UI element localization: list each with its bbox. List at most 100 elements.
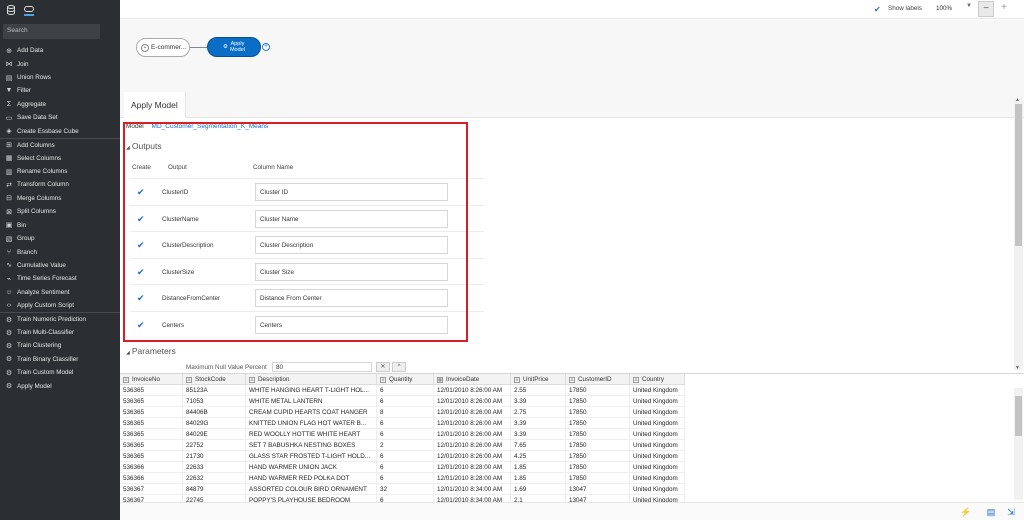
table-cell: 6 (377, 462, 434, 473)
grid-column-header[interactable]: A Description (246, 374, 377, 385)
grid-column-header[interactable]: A InvoiceNo (120, 374, 183, 385)
table-cell: 12/01/2010 8:26:00 AM (434, 440, 511, 451)
sidebar-item-select-columns[interactable]: ▦ Select Columns (0, 151, 120, 164)
param-increment-button[interactable]: ^ (392, 362, 406, 372)
branch-icon: ⑂ (6, 248, 12, 256)
sidebar-item-train-multi-classifier[interactable]: ⚙ Train Multi-Classifier (0, 326, 120, 339)
sidebar-item-save-data-set[interactable]: ▭ Save Data Set (0, 111, 120, 124)
add-step-icon[interactable]: + (262, 43, 270, 51)
sidebar-item-label: Train Binary Classifier (17, 355, 79, 363)
sidebar-item-add-data[interactable]: ⊕ Add Data (0, 44, 120, 57)
panel-scrollbar[interactable]: ▲ ▼ (1014, 97, 1023, 371)
param-decrement-button[interactable]: ✕ (376, 362, 390, 372)
panel-tab-bar: Apply Model (120, 92, 1024, 118)
add-columns-icon: ⊞ (6, 142, 12, 150)
toggle-panel-icon[interactable]: ⇲ (1006, 507, 1016, 517)
table-cell: 17850 (566, 418, 630, 429)
column-header-label: InvoiceDate (446, 376, 480, 383)
sidebar-item-branch[interactable]: ⑂ Branch (0, 245, 120, 258)
table-cell: 17850 (566, 473, 630, 484)
max-null-percent-input[interactable]: 80 (272, 362, 372, 372)
table-cell: 17850 (566, 396, 630, 407)
apply-model-node[interactable]: ⚙ Apply Model (207, 37, 261, 57)
table-cell: 1.85 (511, 473, 566, 484)
data-preview-icon[interactable]: ▤ (986, 507, 996, 517)
grid-column-header[interactable]: # UnitPrice (511, 374, 566, 385)
grid-column-header[interactable]: A Country (630, 374, 685, 385)
sidebar-item-train-clustering[interactable]: ⚙ Train Clustering (0, 339, 120, 352)
grid-body: 536365 85123A WHITE HANGING HEART T-LIGHT … (120, 385, 685, 506)
scroll-down-icon[interactable]: ▼ (1015, 365, 1020, 371)
table-row: 536365 84406B CREAM CUPID HEARTS COAT HANG… (120, 407, 685, 418)
sidebar: Search ⊕ Add Data ⋈ Join ▤ Union Rows ▼ Filter Σ… (0, 0, 120, 520)
sidebar-item-merge-columns[interactable]: ⊟ Merge Columns (0, 192, 120, 205)
source-node[interactable]: + E-commer... (136, 38, 190, 57)
table-cell: 22633 (183, 462, 246, 473)
data-flow-canvas[interactable]: + E-commer... ⚙ Apply Model + (120, 20, 1024, 92)
show-labels-checkbox[interactable]: ✔ (874, 5, 883, 14)
sidebar-item-apply-model[interactable]: ⚙ Apply Model (0, 380, 120, 393)
zoom-select[interactable]: 100% (932, 4, 970, 14)
sidebar-item-label: Save Data Set (17, 114, 58, 122)
apply-model-node-line2: Model (229, 47, 245, 53)
sidebar-item-time-series-forecast[interactable]: ⌁ Time Series Forecast (0, 272, 120, 285)
apply-model-node-label: Apply Model (230, 41, 245, 53)
table-cell: 17850 (566, 462, 630, 473)
sidebar-item-split-columns[interactable]: ⊠ Split Columns (0, 205, 120, 218)
dataset-icon: + (141, 43, 149, 52)
panel-scroll-thumb[interactable] (1015, 104, 1022, 246)
sidebar-item-bin[interactable]: ▣ Bin (0, 218, 120, 231)
tab-apply-model[interactable]: Apply Model (124, 92, 186, 118)
grid-column-header[interactable]: ▦ InvoiceDate (434, 374, 511, 385)
database-icon[interactable] (6, 4, 16, 16)
sidebar-item-analyze-sentiment[interactable]: ☺ Analyze Sentiment (0, 286, 120, 299)
table-row: 536365 84029E RED WOOLLY HOTTIE WHITE HEAR… (120, 429, 685, 440)
table-cell: 536365 (120, 385, 183, 396)
sidebar-item-aggregate[interactable]: Σ Aggregate (0, 98, 120, 111)
sidebar-item-group[interactable]: ▧ Group (0, 232, 120, 245)
highlight-box (123, 122, 468, 342)
sidebar-item-train-numeric-prediction[interactable]: ⚙ Train Numeric Prediction (0, 312, 120, 325)
chevron-down-icon[interactable]: ▼ (966, 3, 972, 9)
sidebar-item-create-essbase-cube[interactable]: ◈ Create Essbase Cube (0, 125, 120, 138)
sidebar-item-apply-custom-script[interactable]: ‹› Apply Custom Script (0, 299, 120, 312)
sidebar-item-label: Time Series Forecast (17, 275, 77, 283)
sidebar-item-label: Create Essbase Cube (17, 127, 79, 135)
grid-column-header[interactable]: # Quantity (377, 374, 434, 385)
sidebar-item-cumulative-value[interactable]: ∿ Cumulative Value (0, 259, 120, 272)
sidebar-item-label: Cumulative Value (17, 261, 66, 269)
parameters-section-header[interactable]: ◢ Parameters (126, 346, 176, 356)
scroll-up-icon[interactable]: ▲ (1015, 97, 1020, 103)
table-cell: United Kingdom (630, 440, 685, 451)
table-cell: 12/01/2010 8:28:00 AM (434, 473, 511, 484)
table-cell: 536365 (120, 429, 183, 440)
sidebar-item-label: Add Data (17, 47, 44, 55)
sidebar-item-filter[interactable]: ▼ Filter (0, 84, 120, 97)
sidebar-item-rename-columns[interactable]: ▥ Rename Columns (0, 165, 120, 178)
sidebar-search-input[interactable]: Search (3, 24, 100, 39)
union-rows-icon: ▤ (5, 74, 13, 82)
grid-scroll-thumb[interactable] (1015, 396, 1022, 436)
table-cell: 6 (377, 385, 434, 396)
sidebar-item-transform-column[interactable]: ⇄ Transform Column (0, 178, 120, 191)
train-multi-icon: ⚙ (5, 329, 13, 337)
sidebar-item-union-rows[interactable]: ▤ Union Rows (0, 71, 120, 84)
table-cell: 17850 (566, 440, 630, 451)
sidebar-item-train-custom-model[interactable]: ⚙ Train Custom Model (0, 366, 120, 379)
table-cell: 12/01/2010 8:26:00 AM (434, 429, 511, 440)
zoom-out-button[interactable]: − (978, 1, 994, 17)
table-cell: 13047 (566, 484, 630, 495)
grid-scrollbar[interactable] (1014, 388, 1023, 500)
column-header-label: Country (642, 376, 665, 383)
run-flow-icon[interactable]: ⚡ (960, 507, 971, 517)
grid-column-header[interactable]: A StockCode (183, 374, 246, 385)
column-header-label: Quantity (389, 376, 413, 383)
grid-column-header[interactable]: A CustomerID (566, 374, 630, 385)
sidebar-item-add-columns[interactable]: ⊞ Add Columns (0, 137, 120, 151)
zoom-in-button[interactable]: + (996, 1, 1012, 17)
sidebar-item-join[interactable]: ⋈ Join (0, 57, 120, 70)
max-null-percent-label: Maximum Null Value Percent (186, 364, 267, 371)
data-flow-icon[interactable] (24, 4, 34, 16)
sidebar-item-train-binary-classifier[interactable]: ⚙ Train Binary Classifier (0, 353, 120, 366)
sidebar-item-label: Rename Columns (17, 168, 68, 175)
